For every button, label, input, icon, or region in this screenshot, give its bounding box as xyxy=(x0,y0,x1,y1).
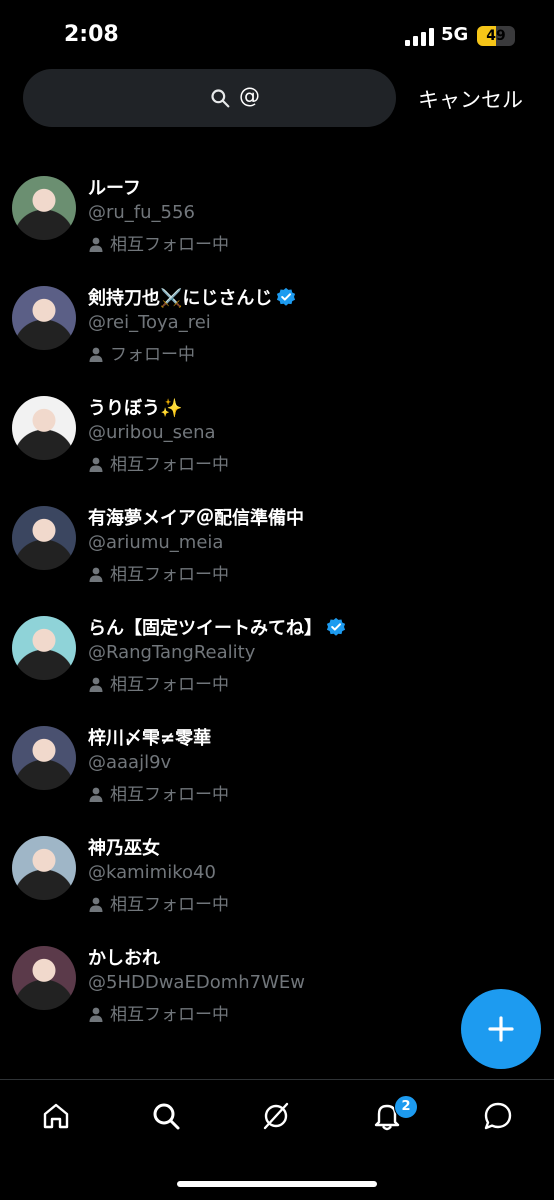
follow-status: 相互フォロー中 xyxy=(88,230,229,255)
user-display-name: 神乃巫女 xyxy=(88,834,160,860)
follow-status: 相互フォロー中 xyxy=(88,1000,229,1025)
search-icon xyxy=(211,89,230,108)
user-name-text: 剣持刀也⚔️にじさんじ xyxy=(88,288,273,309)
user-handle: @aaajl9v xyxy=(88,752,172,773)
follow-status-text: 相互フォロー中 xyxy=(110,455,229,475)
search-icon[interactable] xyxy=(150,1100,182,1132)
notifications-badge: 2 xyxy=(394,1095,418,1119)
user-name-text: 有海夢メイア＠配信準備中 xyxy=(88,508,304,529)
user-name-text: かしおれ xyxy=(88,948,160,969)
user-row[interactable]: 神乃巫女 @kamimiko40 相互フォロー中 xyxy=(0,836,554,936)
avatar[interactable] xyxy=(12,836,76,900)
user-row[interactable]: 有海夢メイア＠配信準備中 @ariumu_meia 相互フォロー中 xyxy=(0,506,554,606)
user-display-name: かしおれ xyxy=(88,944,160,970)
user-name-text: うりぼう✨ xyxy=(88,398,183,419)
messages-icon[interactable] xyxy=(482,1100,514,1132)
follow-status: 相互フォロー中 xyxy=(88,890,229,915)
person-icon xyxy=(89,237,103,252)
user-handle: @ru_fu_556 xyxy=(88,202,195,223)
network-type: 5G xyxy=(441,24,469,45)
follow-status-text: 相互フォロー中 xyxy=(110,895,229,915)
user-name-text: らん【固定ツイートみてね】 xyxy=(88,618,322,639)
battery-icon: 49 xyxy=(477,26,515,46)
user-handle: @rei_Toya_rei xyxy=(88,312,211,333)
status-time: 2:08 xyxy=(64,22,119,47)
cancel-button[interactable]: キャンセル xyxy=(418,84,523,114)
follow-status: 相互フォロー中 xyxy=(88,670,229,695)
follow-status: 相互フォロー中 xyxy=(88,450,229,475)
user-name-text: ルーフ xyxy=(88,178,141,199)
avatar[interactable] xyxy=(12,946,76,1010)
user-row[interactable]: 梓川〆雫≠零華 @aaajl9v 相互フォロー中 xyxy=(0,726,554,826)
user-display-name: 有海夢メイア＠配信準備中 xyxy=(88,504,304,530)
user-handle: @ariumu_meia xyxy=(88,532,224,553)
avatar[interactable] xyxy=(12,396,76,460)
status-bar: 2:08 5G 49 xyxy=(0,0,554,70)
user-name-text: 梓川〆雫≠零華 xyxy=(88,728,212,749)
follow-status: フォロー中 xyxy=(88,340,195,365)
compose-button[interactable] xyxy=(461,989,541,1069)
follow-status-text: 相互フォロー中 xyxy=(110,675,229,695)
person-icon xyxy=(89,897,103,912)
follow-status-text: 相互フォロー中 xyxy=(110,565,229,585)
verified-badge-icon xyxy=(326,617,346,636)
user-row[interactable]: 剣持刀也⚔️にじさんじ @rei_Toya_rei フォロー中 xyxy=(0,286,554,386)
avatar[interactable] xyxy=(12,506,76,570)
person-icon xyxy=(89,1007,103,1022)
verified-badge-icon xyxy=(277,287,296,306)
follow-status-text: 相互フォロー中 xyxy=(110,1005,229,1025)
person-icon xyxy=(89,677,103,692)
user-row[interactable]: ルーフ @ru_fu_556 相互フォロー中 xyxy=(0,176,554,276)
avatar[interactable] xyxy=(12,286,76,350)
person-icon xyxy=(89,457,103,472)
battery-percent: 49 xyxy=(486,28,506,44)
follow-status: 相互フォロー中 xyxy=(88,780,229,805)
user-display-name: うりぼう✨ xyxy=(88,394,182,420)
plus-icon xyxy=(488,1016,514,1042)
user-name-text: 神乃巫女 xyxy=(88,838,160,859)
grok-icon[interactable] xyxy=(260,1100,292,1132)
follow-status-text: 相互フォロー中 xyxy=(110,785,229,805)
search-query[interactable]: @ xyxy=(239,84,260,108)
user-row[interactable]: らん【固定ツイートみてね】 @RangTangReality 相互フォロー中 xyxy=(0,616,554,716)
person-icon xyxy=(89,787,103,802)
avatar[interactable] xyxy=(12,616,76,680)
user-display-name: 梓川〆雫≠零華 xyxy=(88,724,211,750)
user-handle: @RangTangReality xyxy=(88,642,256,663)
user-handle: @kamimiko40 xyxy=(88,862,216,883)
person-icon xyxy=(89,567,103,582)
person-icon xyxy=(89,347,103,362)
home-icon[interactable] xyxy=(40,1100,72,1132)
follow-status: 相互フォロー中 xyxy=(88,560,229,585)
user-handle: @uribou_sena xyxy=(88,422,216,443)
user-display-name: ルーフ xyxy=(88,174,141,200)
user-display-name: らん【固定ツイートみてね】 xyxy=(88,614,346,640)
user-handle: @5HDDwaEDomh7WEw xyxy=(88,972,305,993)
home-indicator xyxy=(177,1181,377,1187)
follow-status-text: 相互フォロー中 xyxy=(110,235,229,255)
avatar[interactable] xyxy=(12,176,76,240)
user-row[interactable]: うりぼう✨ @uribou_sena 相互フォロー中 xyxy=(0,396,554,496)
search-input[interactable]: @ xyxy=(23,69,396,127)
user-display-name: 剣持刀也⚔️にじさんじ xyxy=(88,284,296,310)
avatar[interactable] xyxy=(12,726,76,790)
signal-icon xyxy=(405,28,434,46)
follow-status-text: フォロー中 xyxy=(110,345,195,365)
